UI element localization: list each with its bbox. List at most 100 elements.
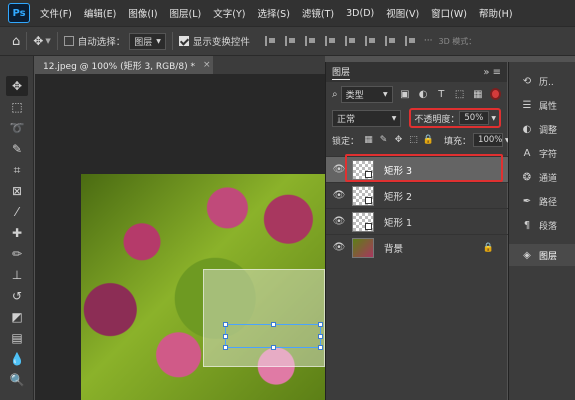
layers-panel-title[interactable]: 图层 bbox=[332, 65, 351, 80]
dock-item-channels[interactable]: ❂ 通道 bbox=[509, 166, 575, 188]
pixel-filter-icon[interactable]: ▣ bbox=[399, 87, 411, 101]
eraser-tool-icon[interactable]: ◩ bbox=[6, 307, 28, 327]
opacity-control[interactable]: 不透明度： 50% ▼ bbox=[409, 108, 501, 128]
visibility-eye-icon[interactable]: 👁 bbox=[332, 164, 346, 175]
align-center-icon[interactable] bbox=[284, 36, 295, 46]
move-tool-icon[interactable]: ✥ bbox=[33, 34, 43, 48]
menu-view[interactable]: 视图(V) bbox=[386, 6, 419, 20]
separator bbox=[56, 32, 58, 50]
fill-input[interactable]: 100% bbox=[473, 133, 504, 147]
blur-tool-icon[interactable]: 💧 bbox=[6, 349, 28, 369]
menu-type[interactable]: 文字(Y) bbox=[213, 6, 245, 20]
opacity-input[interactable]: 50% bbox=[459, 111, 490, 125]
distribute-vertical-icon[interactable] bbox=[404, 36, 415, 46]
crop-tool-icon[interactable]: ⌗ bbox=[6, 160, 28, 180]
gradient-tool-icon[interactable]: ▤ bbox=[6, 328, 28, 348]
transform-handle[interactable] bbox=[318, 334, 323, 339]
dock-item-label: 调整 bbox=[539, 125, 558, 136]
lasso-tool-icon[interactable]: ➰ bbox=[6, 118, 28, 138]
dock-item-history[interactable]: ⟲ 历.. bbox=[509, 70, 575, 92]
menu-edit[interactable]: 编辑(E) bbox=[84, 6, 116, 20]
menu-help[interactable]: 帮助(H) bbox=[479, 6, 513, 20]
show-transform-checkbox[interactable] bbox=[178, 36, 189, 46]
brush-tool-icon[interactable]: ✏ bbox=[6, 244, 28, 264]
blend-mode-dropdown[interactable]: 正常 ▼ bbox=[332, 109, 402, 127]
dock-item-paragraph[interactable]: ¶ 段落 bbox=[509, 214, 575, 236]
visibility-eye-icon[interactable]: 👁 bbox=[332, 216, 346, 227]
layers-panel: 图层 » ≡ ⌕ 类型 ▼ ▣ ◐ T ⬚ ▦ 正常 ▼ 不透明度： 50% ▼… bbox=[325, 62, 510, 400]
close-icon[interactable]: × bbox=[203, 60, 211, 70]
type-filter-icon[interactable]: T bbox=[435, 87, 447, 101]
home-icon[interactable]: ⌂ bbox=[12, 34, 20, 49]
align-top-icon[interactable] bbox=[324, 36, 335, 46]
filter-kind-dropdown[interactable]: 类型 ▼ bbox=[340, 85, 393, 103]
dodge-tool-icon[interactable]: 🔍 bbox=[6, 370, 28, 390]
dock-item-label: 路径 bbox=[539, 197, 558, 208]
menu-select[interactable]: 选择(S) bbox=[257, 6, 289, 20]
shape-filter-icon[interactable]: ⬚ bbox=[453, 87, 465, 101]
frame-tool-icon[interactable]: ⊠ bbox=[6, 181, 28, 201]
layer-name[interactable]: 矩形 1 bbox=[384, 215, 412, 229]
align-bottom-icon[interactable] bbox=[364, 36, 375, 46]
visibility-eye-icon[interactable]: 👁 bbox=[332, 242, 346, 253]
quick-select-tool-icon[interactable]: ✎ bbox=[6, 139, 28, 159]
auto-select-target-value: 图层 bbox=[134, 37, 153, 48]
dock-item-paths[interactable]: ✒ 路径 bbox=[509, 190, 575, 212]
distribute-icon[interactable] bbox=[384, 36, 395, 46]
dock-item-adjustments[interactable]: ◐ 调整 bbox=[509, 118, 575, 140]
canvas-area[interactable] bbox=[35, 74, 325, 400]
transform-handle[interactable] bbox=[318, 345, 323, 350]
chevron-down-icon[interactable]: ▼ bbox=[491, 115, 496, 122]
layer-row[interactable]: 👁 矩形 2 bbox=[326, 182, 508, 208]
healing-brush-tool-icon[interactable]: ✚ bbox=[6, 223, 28, 243]
transform-handle[interactable] bbox=[223, 334, 228, 339]
layer-row[interactable]: 👁 矩形 1 bbox=[326, 208, 508, 234]
semi-transparent-rectangle[interactable] bbox=[203, 269, 325, 367]
clone-stamp-tool-icon[interactable]: ⊥ bbox=[6, 265, 28, 285]
transform-handle[interactable] bbox=[223, 345, 228, 350]
dock-item-character[interactable]: A 字符 bbox=[509, 142, 575, 164]
marquee-tool-icon[interactable]: ⬚ bbox=[6, 97, 28, 117]
layers-icon: ◈ bbox=[523, 249, 531, 261]
layer-row[interactable]: 👁 背景 🔒 bbox=[326, 234, 508, 260]
lock-position-icon[interactable]: ✥ bbox=[393, 135, 404, 146]
document-tab[interactable]: 12.jpeg @ 100% (矩形 3, RGB/8) * × bbox=[35, 56, 213, 74]
transform-handle[interactable] bbox=[318, 322, 323, 327]
dock-item-layers[interactable]: ◈ 图层 bbox=[509, 244, 575, 266]
auto-select-checkbox[interactable] bbox=[63, 36, 74, 46]
more-options-icon[interactable]: ··· bbox=[424, 36, 433, 46]
lock-image-icon[interactable]: ✎ bbox=[378, 135, 389, 146]
adjustment-filter-icon[interactable]: ◐ bbox=[417, 87, 429, 101]
menu-filter[interactable]: 滤镜(T) bbox=[302, 6, 334, 20]
history-brush-tool-icon[interactable]: ↺ bbox=[6, 286, 28, 306]
align-left-icon[interactable] bbox=[264, 36, 275, 46]
document-tab-title: 12.jpeg @ 100% (矩形 3, RGB/8) * bbox=[43, 61, 195, 72]
menu-image[interactable]: 图像(I) bbox=[128, 6, 157, 20]
chevron-down-icon[interactable]: ▼ bbox=[45, 37, 50, 45]
lock-buttons: ▦ ✎ ✥ ⬚ 🔒 bbox=[363, 135, 438, 146]
dock-item-properties[interactable]: ☰ 属性 bbox=[509, 94, 575, 116]
lock-artboard-icon[interactable]: ⬚ bbox=[408, 135, 419, 146]
align-middle-icon[interactable] bbox=[344, 36, 355, 46]
transform-handle[interactable] bbox=[271, 322, 276, 327]
menu-file[interactable]: 文件(F) bbox=[40, 6, 72, 20]
lock-transparent-icon[interactable]: ▦ bbox=[363, 135, 374, 146]
menu-layer[interactable]: 图层(L) bbox=[170, 6, 202, 20]
auto-select-target-dropdown[interactable]: 图层 ▼ bbox=[129, 32, 166, 50]
panel-menu-icon[interactable]: » ≡ bbox=[483, 67, 501, 78]
transform-handle[interactable] bbox=[223, 322, 228, 327]
visibility-eye-icon[interactable]: 👁 bbox=[332, 190, 346, 201]
paths-icon: ✒ bbox=[522, 195, 532, 207]
filter-toggle[interactable] bbox=[489, 88, 501, 100]
eyedropper-tool-icon[interactable]: ⁄ bbox=[6, 202, 28, 222]
align-right-icon[interactable] bbox=[304, 36, 315, 46]
menu-3d[interactable]: 3D(D) bbox=[346, 8, 374, 19]
transform-handle[interactable] bbox=[271, 345, 276, 350]
smart-object-filter-icon[interactable]: ▦ bbox=[472, 87, 484, 101]
layer-name[interactable]: 矩形 2 bbox=[384, 189, 412, 203]
lock-icon[interactable]: 🔒 bbox=[483, 243, 494, 253]
move-tool-icon[interactable]: ✥ bbox=[6, 76, 28, 96]
menu-window[interactable]: 窗口(W) bbox=[431, 6, 467, 20]
lock-all-icon[interactable]: 🔒 bbox=[423, 135, 434, 146]
layer-name[interactable]: 背景 bbox=[384, 241, 403, 255]
